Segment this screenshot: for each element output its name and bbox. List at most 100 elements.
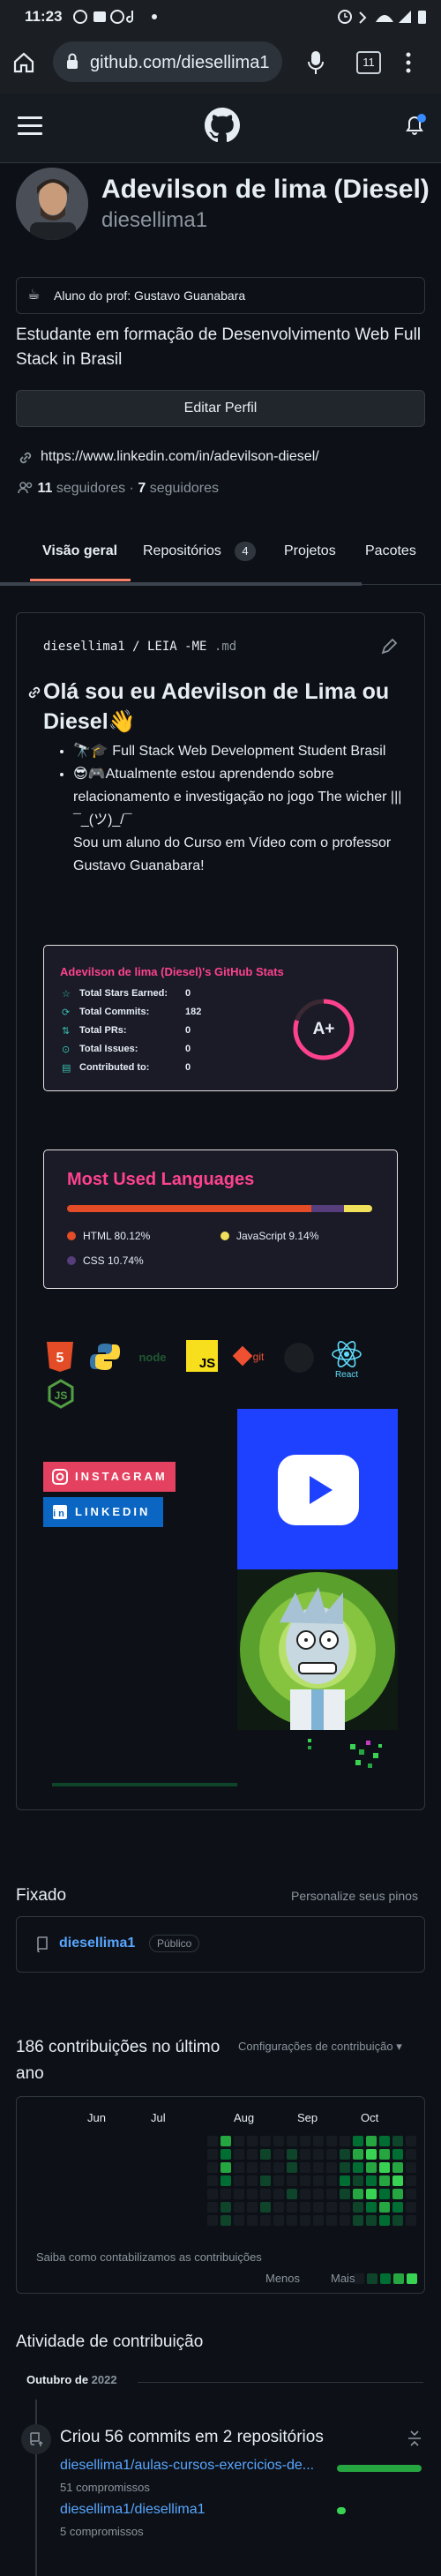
following-label[interactable]: seguidores (150, 481, 219, 496)
calendar-day[interactable] (366, 2136, 377, 2146)
calendar-day[interactable] (273, 2149, 284, 2160)
calendar-day[interactable] (326, 2202, 337, 2213)
hamburger-menu-icon[interactable] (18, 115, 42, 136)
calendar-day[interactable] (379, 2162, 390, 2173)
calendar-day[interactable] (220, 2162, 231, 2173)
calendar-day[interactable] (220, 2215, 231, 2226)
calendar-day[interactable] (300, 2202, 310, 2213)
avatar[interactable] (16, 168, 88, 240)
calendar-day[interactable] (207, 2136, 218, 2146)
calendar-day[interactable] (287, 2162, 297, 2173)
calendar-day[interactable] (220, 2202, 231, 2213)
calendar-day[interactable] (273, 2162, 284, 2173)
contribution-settings[interactable]: Configurações de contribuição ▾ (238, 2040, 402, 2054)
calendar-day[interactable] (406, 2189, 416, 2199)
calendar-day[interactable] (300, 2136, 310, 2146)
calendar-day[interactable] (247, 2202, 258, 2213)
calendar-day[interactable] (247, 2175, 258, 2186)
calendar-day[interactable] (273, 2189, 284, 2199)
calendar-day[interactable] (220, 2136, 231, 2146)
address-bar[interactable]: github.com/diesellima1 (53, 41, 282, 82)
notifications-bell-icon[interactable] (404, 113, 427, 138)
calendar-day[interactable] (379, 2189, 390, 2199)
calendar-day[interactable] (406, 2149, 416, 2160)
calendar-day[interactable] (340, 2202, 350, 2213)
youtube-banner[interactable] (237, 1409, 398, 1569)
calendar-day[interactable] (287, 2175, 297, 2186)
calendar-day[interactable] (353, 2202, 363, 2213)
calendar-day[interactable] (392, 2149, 403, 2160)
calendar-day[interactable] (287, 2202, 297, 2213)
calendar-day[interactable] (247, 2136, 258, 2146)
calendar-day[interactable] (392, 2162, 403, 2173)
calendar-day[interactable] (392, 2136, 403, 2146)
calendar-day[interactable] (326, 2149, 337, 2160)
calendar-day[interactable] (207, 2162, 218, 2173)
calendar-day[interactable] (287, 2189, 297, 2199)
calendar-day[interactable] (313, 2136, 324, 2146)
calendar-day[interactable] (392, 2215, 403, 2226)
calendar-day[interactable] (392, 2202, 403, 2213)
calendar-day[interactable] (406, 2175, 416, 2186)
tab-overview[interactable]: Visão geral (42, 543, 117, 559)
calendar-day[interactable] (353, 2175, 363, 2186)
calendar-day[interactable] (326, 2189, 337, 2199)
expand-collapse-icon[interactable] (407, 2430, 422, 2447)
calendar-day[interactable] (234, 2175, 244, 2186)
activity-repo-link[interactable]: diesellima1/diesellima1 (60, 2502, 206, 2518)
calendar-day[interactable] (392, 2189, 403, 2199)
calendar-day[interactable] (220, 2175, 231, 2186)
calendar-day[interactable] (300, 2175, 310, 2186)
calendar-day[interactable] (313, 2215, 324, 2226)
calendar-day[interactable] (406, 2202, 416, 2213)
calendar-day[interactable] (353, 2162, 363, 2173)
calendar-day[interactable] (234, 2189, 244, 2199)
calendar-day[interactable] (340, 2189, 350, 2199)
calendar-day[interactable] (234, 2202, 244, 2213)
home-icon[interactable] (12, 51, 35, 74)
calendar-day[interactable] (234, 2136, 244, 2146)
calendar-day[interactable] (234, 2215, 244, 2226)
edit-profile-button[interactable]: Editar Perfil (16, 390, 425, 427)
tab-packages[interactable]: Pacotes (365, 543, 416, 559)
contribution-help-link[interactable]: Saiba como contabilizamos as contribuiçõ… (36, 2250, 262, 2264)
calendar-day[interactable] (247, 2189, 258, 2199)
activity-repo-link[interactable]: diesellima1/aulas-cursos-exercicios-de..… (60, 2458, 333, 2474)
tab-projects[interactable]: Projetos (284, 543, 336, 559)
calendar-day[interactable] (247, 2149, 258, 2160)
calendar-day[interactable] (313, 2162, 324, 2173)
calendar-day[interactable] (234, 2162, 244, 2173)
calendar-day[interactable] (313, 2175, 324, 2186)
calendar-day[interactable] (353, 2149, 363, 2160)
calendar-day[interactable] (273, 2136, 284, 2146)
calendar-day[interactable] (313, 2149, 324, 2160)
calendar-day[interactable] (207, 2215, 218, 2226)
calendar-day[interactable] (287, 2215, 297, 2226)
calendar-day[interactable] (326, 2175, 337, 2186)
calendar-day[interactable] (300, 2189, 310, 2199)
tab-repositories[interactable]: Repositórios (143, 543, 221, 559)
calendar-day[interactable] (207, 2175, 218, 2186)
calendar-day[interactable] (273, 2215, 284, 2226)
calendar-day[interactable] (260, 2202, 271, 2213)
customize-pins-link[interactable]: Personalize seus pinos (291, 1889, 418, 1903)
calendar-day[interactable] (366, 2162, 377, 2173)
calendar-day[interactable] (353, 2136, 363, 2146)
calendar-day[interactable] (353, 2189, 363, 2199)
calendar-day[interactable] (300, 2149, 310, 2160)
calendar-day[interactable] (220, 2189, 231, 2199)
linkedin-badge[interactable]: in LINKEDIN (43, 1497, 163, 1527)
anchor-link-icon[interactable] (26, 684, 43, 701)
calendar-day[interactable] (366, 2189, 377, 2199)
calendar-day[interactable] (207, 2202, 218, 2213)
profile-status[interactable]: ☕ Aluno do prof: Gustavo Guanabara (16, 277, 425, 314)
more-options-icon[interactable] (404, 51, 413, 74)
calendar-day[interactable] (379, 2215, 390, 2226)
calendar-day[interactable] (353, 2215, 363, 2226)
calendar-day[interactable] (260, 2215, 271, 2226)
calendar-day[interactable] (260, 2162, 271, 2173)
instagram-badge[interactable]: INSTAGRAM (43, 1462, 176, 1492)
calendar-day[interactable] (340, 2136, 350, 2146)
calendar-day[interactable] (247, 2215, 258, 2226)
calendar-day[interactable] (300, 2162, 310, 2173)
